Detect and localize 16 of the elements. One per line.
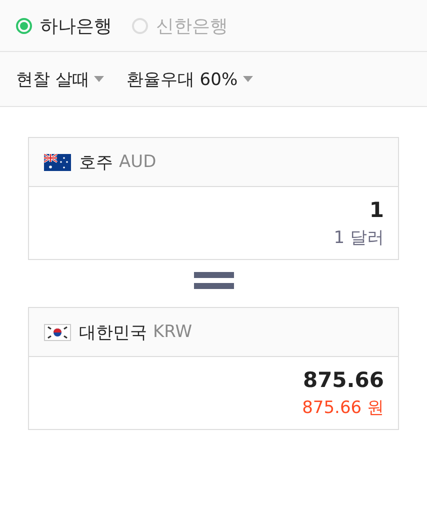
currency-code: AUD xyxy=(119,152,156,172)
country-name: 대한민국 xyxy=(79,322,147,344)
flag-icon xyxy=(44,324,71,340)
caret-icon xyxy=(94,76,104,82)
country-name: 호주 xyxy=(79,152,113,174)
amount-value: 875.66 xyxy=(302,368,384,392)
flag-icon xyxy=(44,154,71,170)
currency-code: KRW xyxy=(153,322,192,342)
filter-dropdown[interactable]: 환율우대 60% xyxy=(126,68,253,90)
caret-icon xyxy=(242,76,253,82)
converted-amount: 875.66 원 xyxy=(302,397,384,419)
equals-icon xyxy=(194,272,234,290)
amount-value: 1 xyxy=(369,198,384,222)
converted-amount: 1 달러 xyxy=(334,227,384,249)
filter-dropdown[interactable]: 현찰 살때 xyxy=(16,68,104,90)
bank-radio[interactable]: 하나은행 xyxy=(16,14,112,38)
